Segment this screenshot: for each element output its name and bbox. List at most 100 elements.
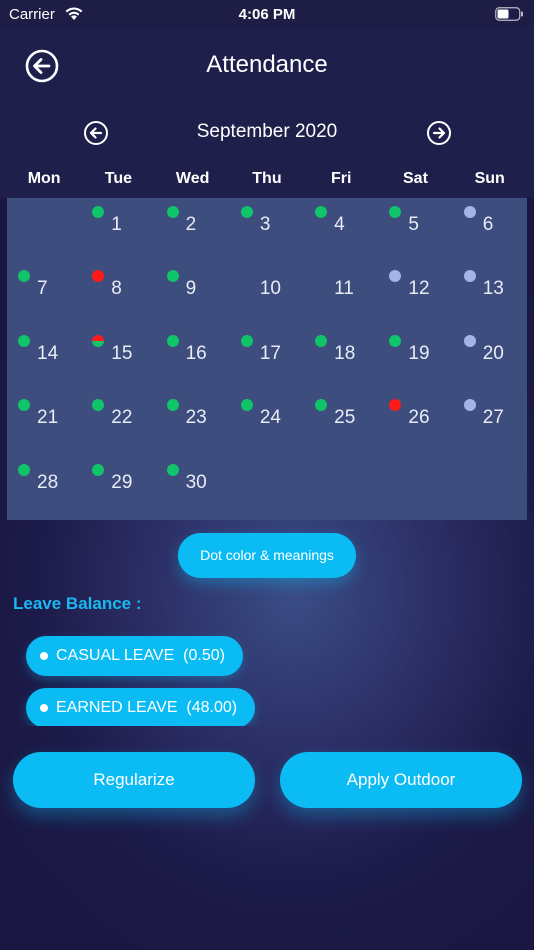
month-label: September 2020: [196, 121, 338, 142]
day-number: 10: [259, 278, 281, 300]
calendar-day[interactable]: 8: [81, 262, 155, 326]
calendar-day[interactable]: 23: [156, 391, 230, 455]
calendar-day[interactable]: 28: [7, 456, 81, 520]
regularize-button[interactable]: Regularize: [13, 752, 255, 808]
day-number: 13: [482, 278, 504, 300]
day-number: 1: [111, 214, 122, 235]
calendar-grid: 1 2 3 4 5 6 7 8 9 10 11 12 13 14 15 16 17 18 19 20 21 22 23 24 2…: [7, 198, 527, 520]
calendar-day[interactable]: 4: [304, 198, 378, 262]
calendar-day[interactable]: 18: [304, 327, 378, 391]
calendar-day[interactable]: 30: [156, 456, 230, 520]
attendance-dot-present: [166, 463, 179, 476]
day-number: 12: [408, 278, 430, 300]
header-strip: [0, 158, 7, 198]
clock-time: 4:06 PM: [238, 6, 296, 23]
status-bar: Carrier 4:06 PM: [0, 0, 534, 28]
day-number: 18: [334, 342, 356, 364]
weekday-sun: Sun: [474, 170, 505, 187]
day-number: 5: [408, 214, 419, 235]
calendar-day[interactable]: 11: [304, 262, 378, 326]
day-number: 4: [334, 214, 345, 235]
bullet-icon: [40, 704, 48, 712]
day-number: 17: [259, 342, 281, 364]
calendar-day[interactable]: 20: [453, 327, 527, 391]
attendance-dot-present: [18, 399, 30, 412]
attendance-dot-absent: [92, 270, 105, 283]
weekday-header: Mon Tue Wed Thu Fri Sat Sun: [7, 158, 527, 198]
calendar-day[interactable]: 9: [156, 262, 230, 326]
day-number: 26: [408, 407, 430, 429]
attendance-dot-present: [166, 334, 179, 347]
day-number: 20: [482, 342, 504, 364]
day-number: 9: [185, 278, 197, 300]
attendance-dot-weekoff: [463, 334, 476, 347]
calendar-empty-cell: [7, 198, 81, 262]
attendance-dot-present: [92, 463, 105, 476]
calendar-day[interactable]: 2: [156, 198, 230, 262]
day-number: 8: [111, 278, 122, 300]
calendar-day[interactable]: 13: [453, 262, 527, 326]
calendar-day[interactable]: 6: [453, 198, 527, 262]
attendance-dot-present: [240, 399, 253, 412]
weekday-mon: Mon: [27, 170, 61, 187]
attendance-dot-half: [92, 334, 105, 347]
day-number: 14: [37, 342, 59, 364]
leave-chip-label: EARNED LEAVE (48.00): [56, 699, 238, 716]
header-strip: [527, 158, 534, 198]
calendar-day[interactable]: 21: [7, 391, 81, 455]
leave-balance-list[interactable]: CASUAL LEAVE (0.50) EARNED LEAVE (48.00): [0, 626, 534, 726]
day-number: 24: [259, 407, 281, 429]
calendar-day[interactable]: 3: [230, 198, 304, 262]
attendance-dot-present: [315, 399, 328, 412]
day-number: 6: [482, 214, 494, 235]
weekday-sat: Sat: [403, 170, 428, 187]
calendar-day[interactable]: 26: [378, 391, 452, 455]
calendar-day[interactable]: 10: [230, 262, 304, 326]
calendar-day[interactable]: 29: [81, 456, 155, 520]
calendar-day[interactable]: 7: [7, 262, 81, 326]
calendar-day[interactable]: 5: [378, 198, 452, 262]
app-header: Attendance: [0, 28, 534, 108]
apply-outdoor-button[interactable]: Apply Outdoor: [280, 752, 522, 808]
calendar-day[interactable]: 14: [7, 327, 81, 391]
attendance-dot-present: [92, 399, 105, 412]
calendar-day[interactable]: 24: [230, 391, 304, 455]
attendance-dot-present: [166, 206, 179, 218]
calendar-day[interactable]: 27: [453, 391, 527, 455]
day-number: 23: [185, 407, 207, 429]
calendar-day[interactable]: 12: [378, 262, 452, 326]
day-number: 28: [37, 471, 59, 493]
dot-legend-button[interactable]: Dot color & meanings: [178, 533, 356, 578]
attendance-dot-weekoff: [463, 399, 476, 412]
calendar-day[interactable]: 22: [81, 391, 155, 455]
weekday-wed: Wed: [175, 170, 210, 187]
attendance-dot-present: [389, 334, 402, 347]
attendance-dot-absent: [389, 399, 402, 412]
weekday-thu: Thu: [252, 170, 282, 187]
attendance-dot-weekoff: [463, 270, 476, 283]
calendar-day[interactable]: 25: [304, 391, 378, 455]
day-number: 30: [185, 471, 207, 493]
weekday-tue: Tue: [104, 170, 133, 187]
attendance-dot-present: [166, 270, 179, 283]
calendar-day[interactable]: 16: [156, 327, 230, 391]
attendance-dot-weekoff: [463, 206, 476, 218]
month-navigation: September 2020: [0, 108, 534, 158]
day-number: 11: [334, 278, 354, 300]
calendar-day[interactable]: 17: [230, 327, 304, 391]
calendar-day[interactable]: 1: [81, 198, 155, 262]
attendance-dot-present: [166, 399, 179, 412]
page-title: Attendance: [206, 51, 328, 78]
day-number: 7: [37, 278, 48, 300]
day-number: 19: [408, 342, 430, 364]
day-number: 22: [111, 407, 133, 429]
next-month-button[interactable]: [426, 120, 452, 146]
calendar-day[interactable]: 19: [378, 327, 452, 391]
leave-chip-label: CASUAL LEAVE (0.50): [56, 647, 225, 664]
day-number: 3: [259, 214, 271, 235]
attendance-dot-present: [389, 206, 402, 218]
day-number: 25: [334, 407, 356, 429]
calendar-day[interactable]: 15: [81, 327, 155, 391]
attendance-dot-present: [92, 206, 105, 218]
attendance-dot-present: [315, 334, 328, 347]
